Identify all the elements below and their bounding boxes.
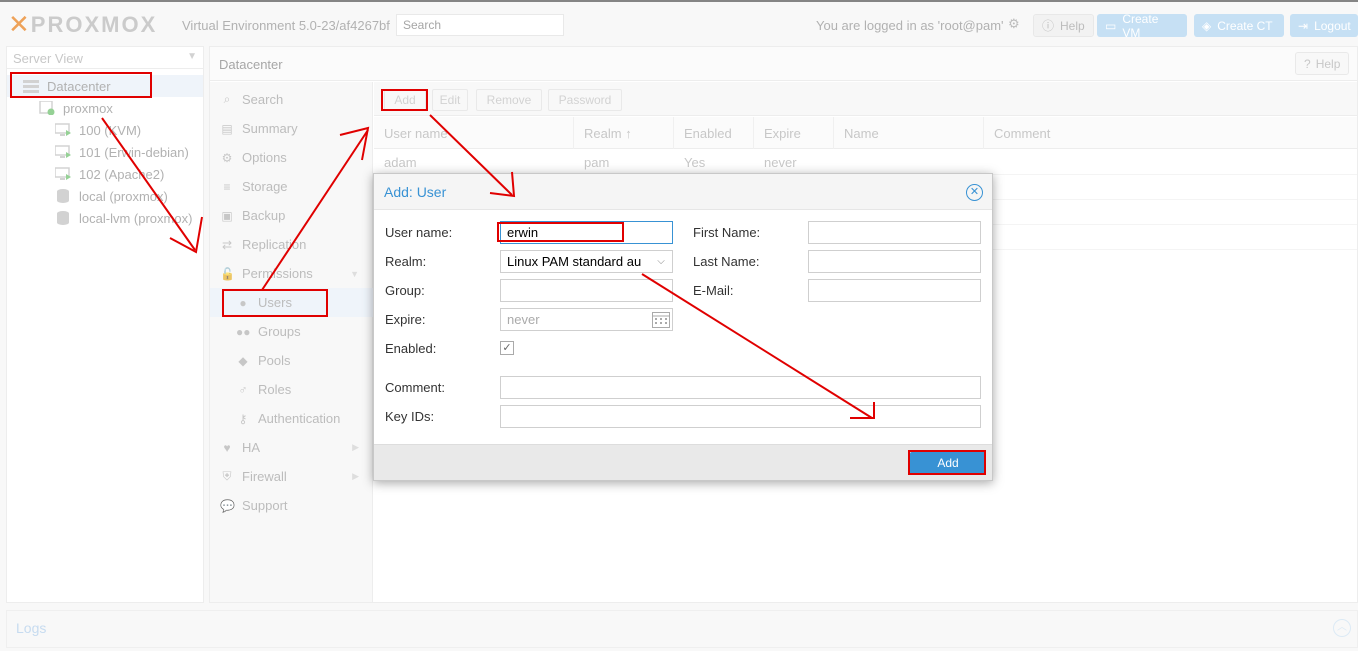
email-label: E-Mail: bbox=[693, 283, 734, 298]
group-select[interactable] bbox=[500, 279, 673, 302]
email-field[interactable] bbox=[808, 279, 981, 302]
close-icon[interactable]: ✕ bbox=[966, 184, 983, 201]
expire-label: Expire: bbox=[385, 312, 426, 327]
add-user-dialog: Add: User ✕ User name: Realm: Linux PAM … bbox=[373, 173, 993, 481]
realm-label: Realm: bbox=[385, 254, 427, 269]
firstname-field[interactable] bbox=[808, 221, 981, 244]
keyids-field[interactable] bbox=[500, 405, 981, 428]
realm-select[interactable]: Linux PAM standard au ⌵ bbox=[500, 250, 673, 273]
lastname-field[interactable] bbox=[808, 250, 981, 273]
dialog-title: Add: User bbox=[384, 184, 447, 200]
keyids-label: Key IDs: bbox=[385, 409, 435, 424]
annotation-box-users bbox=[222, 289, 328, 317]
dialog-footer: Add bbox=[374, 444, 992, 480]
annotation-box-username bbox=[497, 222, 624, 242]
comment-field[interactable] bbox=[500, 376, 981, 399]
annotation-box-dialog-add bbox=[908, 450, 986, 475]
calendar-icon[interactable] bbox=[652, 311, 670, 331]
comment-label: Comment: bbox=[385, 380, 445, 395]
annotation-box-add bbox=[381, 89, 428, 111]
firstname-label: First Name: bbox=[693, 225, 761, 240]
dialog-header: Add: User ✕ bbox=[374, 174, 992, 210]
group-label: Group: bbox=[385, 283, 425, 298]
username-label: User name: bbox=[385, 225, 453, 240]
enabled-label: Enabled: bbox=[385, 341, 437, 356]
annotation-box-datacenter bbox=[10, 72, 152, 98]
lastname-label: Last Name: bbox=[693, 254, 760, 269]
chevron-down-icon: ⌵ bbox=[650, 251, 672, 272]
expire-date-field[interactable]: never bbox=[500, 308, 673, 331]
enabled-checkbox[interactable]: ✓ bbox=[500, 341, 514, 355]
